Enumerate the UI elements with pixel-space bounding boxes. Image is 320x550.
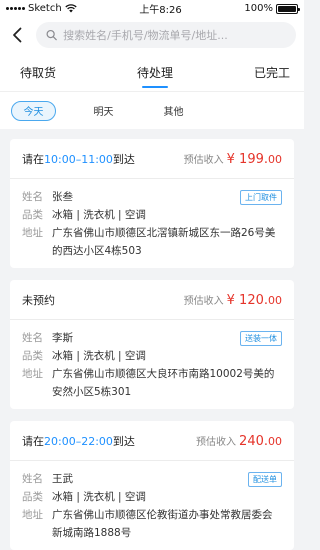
price-decimal: 00 (268, 293, 282, 307)
arrival-time: 10:00–11:00 (44, 152, 113, 166)
title-suffix: 到达 (112, 152, 135, 166)
address-row: 地址 广东省佛山市顺德区大良环市南路10002号美的安然小区5栋301 (22, 365, 282, 401)
search-icon (46, 29, 57, 41)
status-time: 上午8:26 (139, 5, 182, 16)
category-value: 冰箱 | 洗衣机 | 空调 (52, 350, 146, 362)
income-label: 预估收入 (196, 436, 237, 448)
tab-completed[interactable]: 已完工 (254, 53, 290, 91)
tab-pending-pickup[interactable]: 待取货 (20, 53, 56, 91)
income-label: 预估收入 (183, 295, 224, 307)
address-value: 广东省佛山市顺德区大良环市南路10002号美的安然小区5栋301 (52, 368, 275, 398)
category-label: 品类 (22, 350, 43, 362)
customer-name: 王武 (52, 473, 73, 485)
customer-name: 李斯 (52, 332, 73, 344)
search-bar[interactable] (36, 22, 296, 48)
order-type-tag: 送装一体 (240, 331, 282, 346)
order-header: 请在20:00–22:00到达 预估收入 240.00 (10, 421, 294, 461)
price-main: 240. (239, 433, 268, 449)
carrier-label: Sketch (28, 3, 62, 14)
address-label: 地址 (22, 368, 43, 380)
date-filter: 今天 明天 其他 (0, 91, 304, 129)
title-suffix: 到达 (112, 434, 135, 448)
category-value: 冰箱 | 洗衣机 | 空调 (52, 491, 146, 503)
address-label: 地址 (22, 509, 43, 521)
price-main: ¥ 120. (226, 292, 268, 308)
customer-name: 张叁 (52, 191, 73, 203)
category-row: 品类 冰箱 | 洗衣机 | 空调 (22, 488, 282, 506)
name-label: 姓名 (22, 332, 43, 344)
name-label: 姓名 (22, 191, 43, 203)
chip-today[interactable]: 今天 (11, 100, 56, 121)
address-value: 广东省佛山市顺德区北滘镇新城区东一路26号美的西达小区4栋503 (52, 227, 276, 257)
order-header: 未预约 预估收入 ¥ 120.00 (10, 280, 294, 320)
top-nav (0, 17, 304, 53)
address-label: 地址 (22, 227, 43, 239)
chip-other[interactable]: 其他 (151, 100, 196, 121)
price-decimal: 00 (268, 152, 282, 166)
order-title: 请在10:00–11:00到达 (22, 151, 135, 167)
search-input[interactable] (63, 28, 286, 42)
order-list: 请在10:00–11:00到达 预估收入 ¥ 199.00 上门取件 姓名 张叁 … (0, 129, 304, 550)
title-prefix: 未预约 (22, 293, 55, 307)
price-decimal: 00 (268, 434, 282, 448)
category-value: 冰箱 | 洗衣机 | 空调 (52, 209, 146, 221)
estimated-income: 预估收入 240.00 (196, 433, 282, 449)
wifi-icon (65, 4, 77, 13)
order-title: 请在20:00–22:00到达 (22, 433, 135, 449)
name-label: 姓名 (22, 473, 43, 485)
back-button[interactable] (8, 23, 26, 47)
category-row: 品类 冰箱 | 洗衣机 | 空调 (22, 206, 282, 224)
category-label: 品类 (22, 209, 43, 221)
order-header: 请在10:00–11:00到达 预估收入 ¥ 199.00 (10, 139, 294, 179)
title-prefix: 请在 (22, 434, 44, 448)
order-title: 未预约 (22, 292, 55, 308)
order-type-tag: 配送单 (248, 472, 282, 487)
order-body: 配送单 姓名 王武 品类 冰箱 | 洗衣机 | 空调 地址 广东省佛山市顺德区伦教街道… (10, 461, 294, 550)
name-row: 姓名 王武 (22, 470, 282, 488)
estimated-income: 预估收入 ¥ 120.00 (184, 292, 282, 308)
chevron-left-icon (13, 27, 22, 43)
signal-icon (6, 7, 25, 10)
category-row: 品类 冰箱 | 洗衣机 | 空调 (22, 347, 282, 365)
order-body: 送装一体 姓名 李斯 品类 冰箱 | 洗衣机 | 空调 地址 广东省佛山市顺德区大良环… (10, 320, 294, 409)
income-label: 预估收入 (183, 154, 224, 166)
chip-tomorrow[interactable]: 明天 (81, 100, 126, 121)
status-right: 100% (244, 3, 300, 14)
price-main: ¥ 199. (226, 151, 268, 167)
status-left: Sketch (6, 3, 77, 14)
order-card[interactable]: 请在10:00–11:00到达 预估收入 ¥ 199.00 上门取件 姓名 张叁 … (10, 139, 294, 268)
title-prefix: 请在 (22, 152, 44, 166)
order-card[interactable]: 请在20:00–22:00到达 预估收入 240.00 配送单 姓名 王武 品类冰… (10, 421, 294, 550)
tab-bar: 待取货 待处理 已完工 (0, 53, 304, 91)
estimated-income: 预估收入 ¥ 199.00 (184, 151, 282, 167)
address-value: 广东省佛山市顺德区伦教街道办事处常教居委会新城南路1888号 (52, 509, 273, 539)
price: 240.00 (239, 434, 282, 449)
category-label: 品类 (22, 491, 43, 503)
status-bar: Sketch 上午8:26 100% (0, 0, 304, 17)
address-row: 地址 广东省佛山市顺德区伦教街道办事处常教居委会新城南路1888号 (22, 506, 282, 542)
order-card[interactable]: 未预约 预估收入 ¥ 120.00 送装一体 姓名 李斯 品类 冰箱 | 洗衣机 |… (10, 280, 294, 409)
price: ¥ 199.00 (227, 152, 282, 167)
order-type-tag: 上门取件 (240, 190, 282, 205)
address-row: 地址 广东省佛山市顺德区北滘镇新城区东一路26号美的西达小区4栋503 (22, 224, 282, 260)
tab-pending-process[interactable]: 待处理 (137, 53, 173, 91)
order-body: 上门取件 姓名 张叁 品类 冰箱 | 洗衣机 | 空调 地址 广东省佛山市顺德区北滘镇… (10, 179, 294, 268)
price: ¥ 120.00 (227, 293, 282, 308)
arrival-time: 20:00–22:00 (44, 434, 113, 448)
battery-icon (275, 3, 300, 14)
battery-percent: 100% (244, 3, 273, 14)
